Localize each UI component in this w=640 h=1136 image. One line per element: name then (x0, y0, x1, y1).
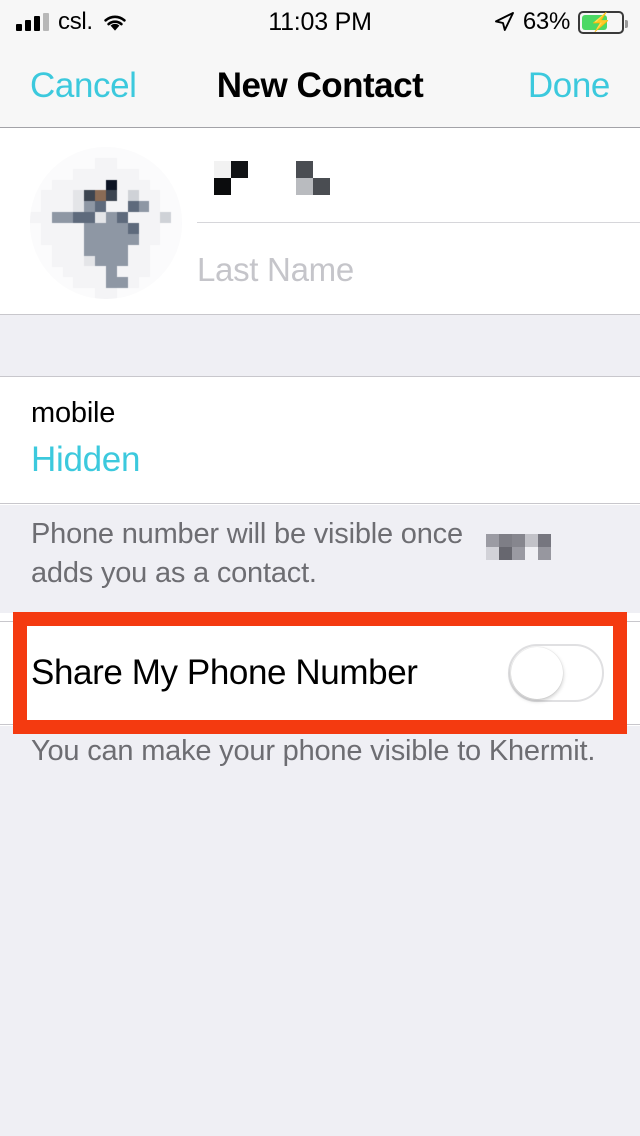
toggle-knob (511, 647, 563, 699)
note-text-part2: adds you as a contact. (31, 557, 317, 589)
pixelated-text-block (197, 160, 248, 195)
name-fields: Last Name (197, 129, 640, 314)
location-arrow-icon (493, 11, 515, 33)
first-name-redacted-value (197, 160, 347, 195)
phone-section: mobile Hidden (0, 378, 640, 504)
contact-name-section: Last Name (0, 129, 640, 315)
signal-bars-icon (16, 13, 49, 31)
share-phone-number-row[interactable]: Share My Phone Number (0, 621, 640, 725)
phone-visibility-note: Phone number will be visible once adds y… (0, 505, 640, 613)
note-text-part1: Phone number will be visible once (31, 518, 463, 550)
share-phone-note: You can make your phone visible to Kherm… (0, 726, 640, 784)
phone-number-value[interactable]: Hidden (31, 440, 640, 480)
status-bar: csl. 11:03 PM 63% ⚡ (0, 0, 640, 44)
section-spacer (0, 315, 640, 377)
carrier-label: csl. (58, 8, 93, 35)
wifi-icon (102, 12, 128, 32)
clock-label: 11:03 PM (268, 7, 372, 36)
first-name-field[interactable] (197, 129, 640, 223)
share-note-text: You can make your phone visible to Kherm… (31, 735, 596, 767)
status-bar-right: 63% ⚡ (372, 8, 628, 36)
phone-type-label[interactable]: mobile (31, 396, 640, 431)
share-phone-number-toggle[interactable] (508, 644, 604, 702)
note-line-1: Phone number will be visible once (31, 517, 610, 560)
navigation-bar: Cancel New Contact Done (0, 44, 640, 128)
pixelated-text-block (296, 160, 347, 195)
avatar[interactable] (30, 147, 182, 299)
done-button[interactable]: Done (423, 66, 610, 106)
share-phone-number-label: Share My Phone Number (31, 653, 418, 692)
status-bar-left: csl. (16, 8, 268, 36)
last-name-placeholder: Last Name (197, 250, 354, 288)
battery-percent-label: 63% (522, 8, 570, 35)
battery-charging-icon: ⚡ (578, 10, 628, 34)
page-title: New Contact (216, 65, 424, 105)
pixelated-name-block (473, 534, 551, 560)
cancel-button[interactable]: Cancel (30, 66, 217, 106)
empty-content-area (0, 784, 640, 1136)
last-name-field[interactable]: Last Name (197, 223, 640, 316)
